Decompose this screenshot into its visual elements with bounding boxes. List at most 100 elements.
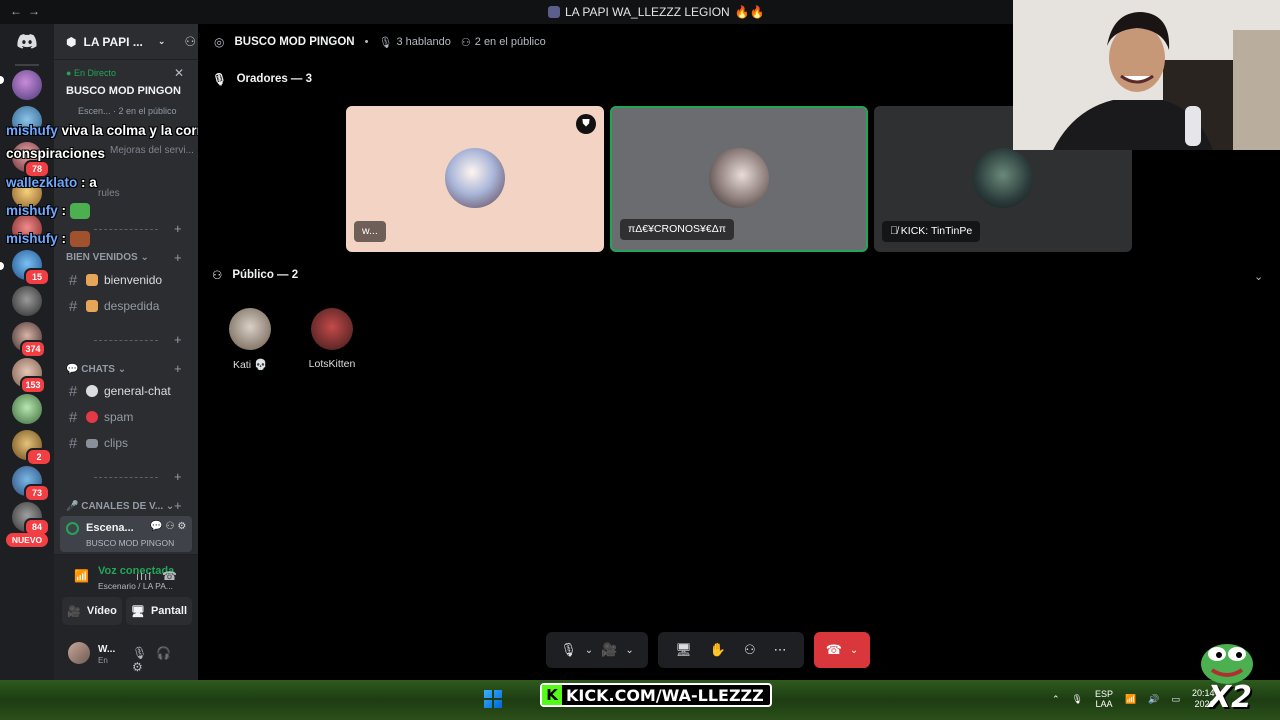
- multiplier-overlay: X2: [1208, 680, 1253, 715]
- avatar: [229, 308, 271, 350]
- people-icon: ⚇: [460, 36, 471, 49]
- hash-icon: #: [68, 434, 78, 452]
- video-off-icon: 🎥: [67, 605, 81, 618]
- hash-icon: #: [68, 408, 78, 426]
- chevron-down-icon[interactable]: ⌄: [585, 645, 593, 656]
- add-channel-icon[interactable]: +: [174, 221, 182, 236]
- channel-general-chat[interactable]: # general-chat: [66, 380, 190, 402]
- avatar: [445, 148, 505, 208]
- category-bienvenidos[interactable]: BIEN VENIDOS ⌄: [66, 252, 149, 263]
- chevron-down-icon[interactable]: ⌄: [1254, 270, 1263, 283]
- invite-icon[interactable]: ⚇: [744, 642, 756, 658]
- mic-control[interactable]: 🎙 ⌄ 🎥 ⌄: [546, 632, 648, 668]
- hash-icon: #: [68, 271, 78, 289]
- channel-clips[interactable]: # clips: [66, 432, 190, 454]
- live-label: ● En Directo: [66, 68, 116, 78]
- channel-despedida[interactable]: # despedida: [66, 295, 190, 317]
- avatar[interactable]: [68, 642, 90, 664]
- stage-channel-active[interactable]: Escena... 💬⚇⚙ BUSCO MOD PINGON: [60, 516, 192, 552]
- divider: [94, 340, 158, 341]
- chevron-up-icon[interactable]: ⌃: [1052, 694, 1060, 705]
- chevron-down-icon[interactable]: ⌄: [625, 645, 633, 656]
- mention-badge: 73: [24, 484, 50, 502]
- category-canales[interactable]: 🎤 CANALES DE V... ⌄: [66, 501, 174, 512]
- avatar: [973, 148, 1033, 208]
- volume-icon[interactable]: 🔊: [1148, 694, 1159, 705]
- wifi-icon[interactable]: 📶: [1125, 694, 1136, 705]
- mic-icon[interactable]: 🎙: [560, 642, 577, 658]
- disconnect-icon[interactable]: ☎: [162, 569, 177, 583]
- speaker-tile[interactable]: ⛊ w...: [346, 106, 604, 252]
- battery-icon[interactable]: ▭: [1171, 694, 1180, 705]
- add-channel-icon[interactable]: +: [174, 361, 182, 376]
- user-panel: W... En 🎙🎧⚙: [54, 634, 198, 680]
- pepe-emote-icon: [1201, 644, 1253, 684]
- server-avatar[interactable]: [12, 394, 42, 424]
- window-title: LA PAPI WA_LLEZZZ LEGION 🔥🔥: [548, 5, 765, 19]
- speaker-tile-speaking[interactable]: πΔ€¥CRONOS¥€Δπ: [610, 106, 868, 252]
- close-icon[interactable]: ✕: [174, 66, 184, 80]
- voice-connection-panel: 📶 Voz conectada Escenario / LA PA... ıIı…: [54, 554, 198, 634]
- more-icon[interactable]: ⋯: [774, 642, 787, 658]
- streamer-webcam-image: [1013, 0, 1280, 150]
- channel-bienvenido[interactable]: # bienvenido: [66, 269, 190, 291]
- chevron-down-icon: ⌄: [157, 36, 166, 46]
- channel-ghost[interactable]: Mejoras del servi...: [110, 145, 194, 156]
- video-button[interactable]: 🎥 Vídeo: [62, 597, 122, 625]
- chat-message: mishufy :: [6, 203, 90, 220]
- avatar: [709, 148, 769, 208]
- emoji-icon: [86, 274, 98, 286]
- divider: [94, 477, 158, 478]
- channel-spam[interactable]: # spam: [66, 406, 190, 428]
- discord-logo-icon[interactable]: [17, 34, 37, 49]
- windows-start-icon[interactable]: [484, 690, 502, 708]
- kick-logo-icon: K: [542, 685, 562, 705]
- user-controls-icon[interactable]: 🎙🎧⚙: [132, 646, 198, 674]
- noise-suppression-icon[interactable]: ıIıI: [136, 571, 152, 583]
- hang-up-icon: ☎: [825, 642, 842, 657]
- category-chats[interactable]: 💬 CHATS ⌄: [66, 364, 126, 375]
- mention-badge: 153: [20, 376, 46, 394]
- stage-icon: [66, 522, 79, 535]
- hand-off-icon[interactable]: ✋: [710, 642, 726, 658]
- call-actions: 🖥 ✋ ⚇ ⋯: [658, 632, 804, 668]
- signal-icon[interactable]: 📶: [74, 569, 89, 583]
- add-channel-icon[interactable]: +: [174, 469, 182, 484]
- language-indicator[interactable]: ESP LAA: [1095, 689, 1113, 709]
- channel-ghost[interactable]: rules: [98, 188, 120, 199]
- speaker-name: 🎙̸ KICK: TinTinPe: [882, 221, 981, 242]
- stage-channel-actions-icon[interactable]: 💬⚇⚙: [150, 521, 189, 532]
- add-channel-icon[interactable]: +: [174, 332, 182, 347]
- rail-separator: [15, 64, 39, 66]
- face-sticker-icon: [69, 231, 90, 248]
- invite-icon[interactable]: ⚇: [184, 34, 196, 50]
- system-tray: ⌃ 🎙 ESP LAA 📶 🔊 ▭ 20:14 2026: [1052, 688, 1214, 710]
- mic-icon: 🎙: [212, 74, 227, 86]
- speakers-header: 🎙 Oradores — 3: [212, 73, 313, 86]
- live-stage-title: BUSCO MOD PINGON: [66, 85, 181, 97]
- leave-call-button[interactable]: ☎ ⌄: [814, 632, 870, 668]
- moderator-shield-icon: ⛊: [576, 114, 596, 134]
- stage-icon: ◎: [214, 35, 225, 49]
- muted-icon: 🎙̸: [890, 225, 901, 237]
- mention-badge: 374: [20, 340, 46, 358]
- people-icon: ⚇: [212, 270, 223, 282]
- back-forward-arrows[interactable]: ←→: [10, 4, 46, 18]
- screen-share-button[interactable]: 🖥 Pantall: [126, 597, 192, 625]
- audience-member[interactable]: LotsKitten: [302, 308, 362, 370]
- unread-pip: [0, 262, 4, 270]
- add-channel-icon[interactable]: +: [174, 250, 182, 265]
- audience-member[interactable]: Kati 💀: [220, 308, 280, 371]
- server-header[interactable]: ⬢ LA PAPI ... ⌄ ⚇: [54, 24, 198, 60]
- server-avatar[interactable]: [12, 286, 42, 316]
- mic-icon[interactable]: 🎙: [1072, 694, 1083, 705]
- hash-icon: #: [68, 382, 78, 400]
- chat-message: mishufy :: [6, 231, 90, 248]
- add-channel-icon[interactable]: +: [174, 498, 182, 513]
- avatar: [311, 308, 353, 350]
- screen-share-icon[interactable]: 🖥: [675, 642, 692, 658]
- server-avatar[interactable]: [12, 70, 42, 100]
- server-icon: [548, 6, 560, 18]
- video-off-icon[interactable]: 🎥: [601, 642, 617, 658]
- chevron-down-icon[interactable]: ⌄: [850, 645, 858, 656]
